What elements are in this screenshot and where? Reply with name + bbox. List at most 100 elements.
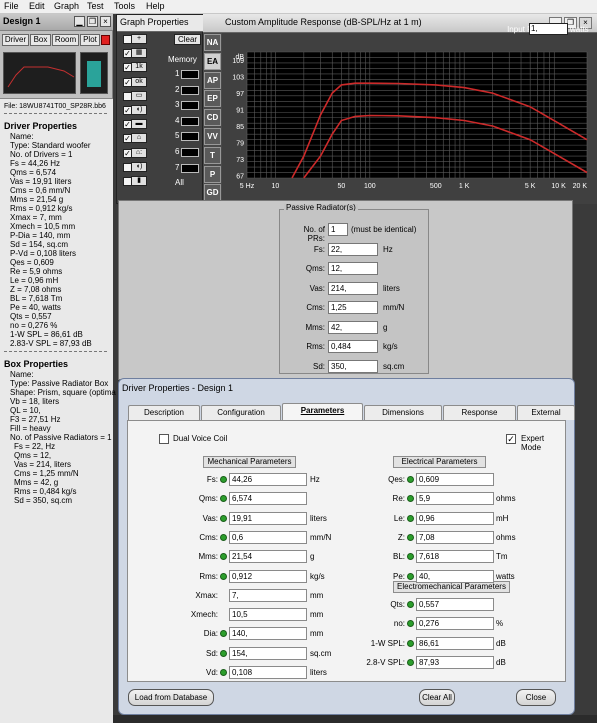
restore-icon[interactable]: ❐	[87, 16, 98, 27]
pr-field-input[interactable]: 0,484	[328, 340, 378, 353]
tab-driver[interactable]: Driver	[2, 34, 29, 46]
expert-mode-checkbox[interactable]: ✓	[506, 434, 516, 444]
pr-field-input[interactable]: 214,	[328, 281, 378, 295]
pr-field-input[interactable]: 42,	[328, 320, 378, 334]
param-input[interactable]: 10,5	[229, 608, 307, 622]
side-tab-cd[interactable]: CD	[204, 109, 221, 127]
param-input[interactable]: 0,108	[229, 666, 307, 679]
param-input[interactable]: 0,557	[416, 598, 494, 611]
param-input[interactable]: 0,96	[416, 511, 494, 525]
memory-slot-button[interactable]	[181, 132, 199, 142]
tab-parameters[interactable]: Parameters	[282, 403, 363, 421]
param-input[interactable]: 86,61	[416, 636, 494, 650]
tab-description[interactable]: Description	[128, 405, 200, 420]
memory-slot-button[interactable]	[181, 163, 199, 173]
param-unit: Tm	[496, 552, 508, 562]
box-thumbnail[interactable]	[80, 52, 108, 94]
memory-slot-button[interactable]	[181, 116, 199, 126]
response-thumbnail[interactable]	[3, 52, 76, 94]
param-input[interactable]: 5,9	[416, 492, 494, 506]
y-tick-label: 103	[232, 75, 244, 82]
driver-property-line: Fs = 44,26 Hz	[10, 159, 61, 168]
param-input[interactable]: 19,91	[229, 511, 307, 525]
graph-properties-titlebar: Graph Properties	[117, 15, 204, 32]
param-input[interactable]: 0,6	[229, 530, 307, 544]
driver-property-line: Xmech = 10,5 mm	[10, 222, 76, 231]
pr-field-input[interactable]: 1,25	[328, 301, 378, 314]
param-input[interactable]: 21,54	[229, 550, 307, 564]
tab-configuration[interactable]: Configuration	[201, 405, 281, 420]
tab-external[interactable]: External	[517, 405, 575, 420]
tab-plot[interactable]: Plot	[80, 34, 100, 46]
param-input[interactable]: 40,	[416, 569, 494, 583]
tab-room[interactable]: Room	[52, 34, 79, 46]
pr-field-unit: mm/N	[383, 303, 405, 312]
clear-button[interactable]: Clear	[174, 34, 201, 45]
close-button[interactable]: Close	[516, 689, 556, 706]
menu-file[interactable]: File	[4, 1, 19, 11]
minimize-icon[interactable]: ▁	[74, 16, 85, 27]
param-input[interactable]: 7,08	[416, 530, 494, 544]
pr-field-input[interactable]: 22,	[328, 242, 378, 256]
memory-slot-button[interactable]	[181, 148, 199, 157]
menu-tools[interactable]: Tools	[114, 1, 135, 11]
param-input[interactable]: 154,	[229, 646, 307, 660]
param-input[interactable]: 7,618	[416, 550, 494, 564]
clear-all-button[interactable]: Clear All	[419, 689, 455, 706]
param-input[interactable]: 7,	[229, 588, 307, 602]
pr-field-input[interactable]: 350,	[328, 359, 378, 373]
passive-radiator-heading: Passive Radiator(s)	[284, 204, 358, 211]
param-unit: Hz	[310, 475, 320, 484]
memory-slot-button[interactable]	[181, 70, 199, 79]
driver-property-line: Cms = 0,6 mm/N	[10, 186, 71, 195]
memory-slot-button[interactable]	[181, 85, 199, 95]
status-dot-icon	[220, 514, 227, 522]
side-tab-t[interactable]: T	[204, 146, 221, 164]
param-input[interactable]: 44,26	[229, 473, 307, 486]
side-tab-ep[interactable]: EP	[204, 90, 221, 108]
input-power-field[interactable]: 1,	[529, 23, 568, 35]
pr-field-input[interactable]: 12,	[328, 262, 378, 275]
x-tick-label: 10 K	[551, 183, 566, 190]
tab-response[interactable]: Response	[443, 405, 516, 420]
box-property-line: Sd = 350, sq.cm	[14, 496, 73, 505]
tab-box[interactable]: Box	[30, 34, 51, 46]
memory-slot-button[interactable]	[181, 101, 199, 111]
side-tab-vv[interactable]: VV	[204, 128, 221, 145]
param-unit: ohms	[496, 532, 516, 542]
box-bar-icon: ▮	[131, 176, 147, 186]
side-tab-ap[interactable]: AP	[204, 71, 221, 89]
memory-slot-label: 2	[175, 84, 180, 94]
pr-field-unit: sq.cm	[383, 361, 405, 371]
plot-area	[247, 52, 587, 178]
dual-voice-coil-checkbox[interactable]	[159, 434, 169, 444]
param-label: Mms:	[198, 552, 218, 562]
menu-edit[interactable]: Edit	[29, 1, 45, 11]
status-dot-icon	[407, 639, 414, 647]
side-tab-ea[interactable]: EA	[204, 52, 221, 70]
menu-help[interactable]: Help	[146, 1, 165, 11]
driver-property-line: 2.83-V SPL = 87,93 dB	[10, 339, 92, 348]
side-tab-gd[interactable]: GD	[204, 184, 221, 202]
param-input[interactable]: 0,912	[229, 569, 307, 583]
side-tab-na[interactable]: NA	[204, 34, 221, 51]
box-properties-heading: Box Properties	[4, 359, 69, 369]
menu-test[interactable]: Test	[87, 1, 104, 11]
param-input[interactable]: 140,	[229, 627, 307, 641]
menu-graph[interactable]: Graph	[54, 1, 79, 11]
amplitude-chart[interactable]: 109103979185797367dB5 Hz 10 50 100 500 1 K5 K…	[225, 50, 595, 202]
tab-dimensions[interactable]: Dimensions	[364, 405, 442, 420]
status-dot-icon	[407, 495, 414, 503]
param-input[interactable]: 0,276	[416, 617, 494, 631]
param-input[interactable]: 0,609	[416, 473, 494, 486]
load-from-database-button[interactable]: Load from Database	[128, 689, 214, 706]
param-label: Dia:	[203, 629, 218, 639]
pr-field-input[interactable]: 1	[328, 223, 348, 236]
param-input[interactable]: 6,574	[229, 492, 307, 506]
param-input[interactable]: 87,93	[416, 655, 494, 669]
red-status-icon	[101, 35, 110, 45]
close-icon[interactable]: ×	[100, 16, 111, 27]
param-label: BL:	[392, 552, 405, 562]
side-tab-p[interactable]: P	[204, 165, 221, 183]
x-tick-label: 20 K	[573, 183, 588, 190]
